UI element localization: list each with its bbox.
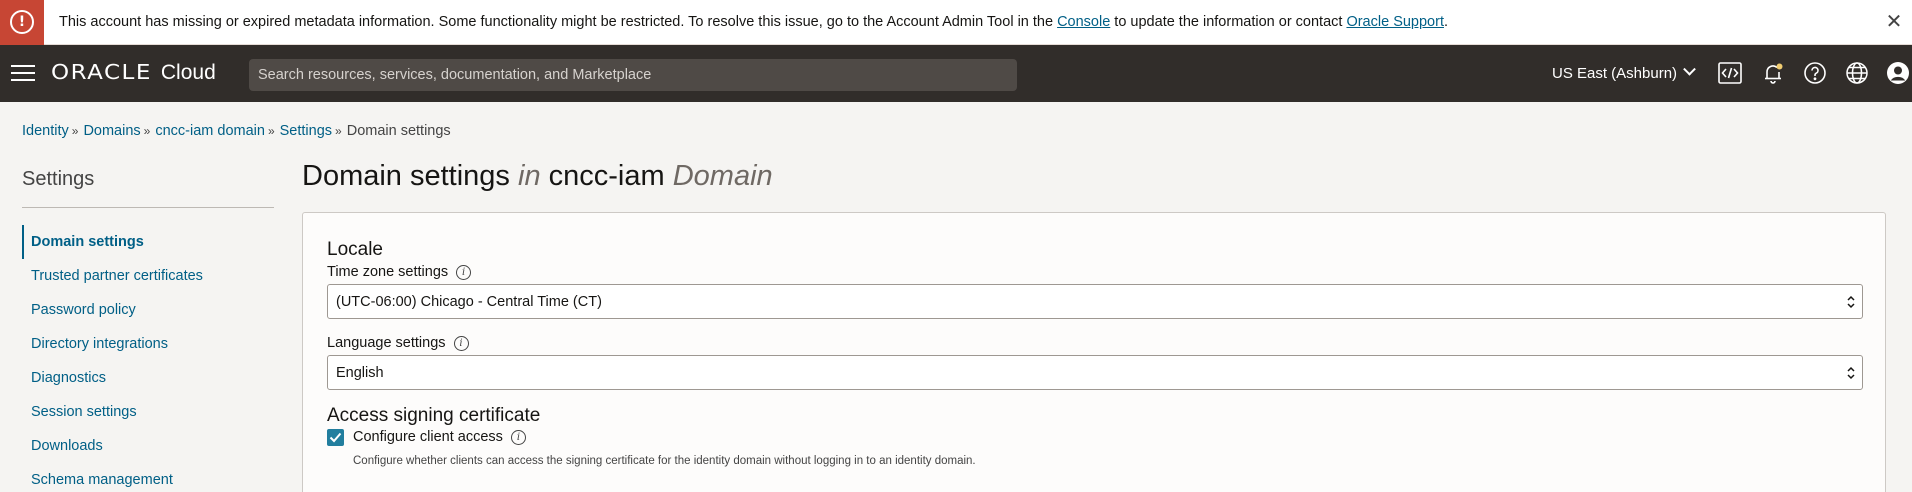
breadcrumb-identity[interactable]: Identity — [22, 123, 69, 139]
access-signing-heading: Access signing certificate — [327, 405, 541, 426]
profile-icon[interactable] — [1886, 61, 1910, 85]
settings-panel: Locale Time zone settings i (UTC-06:00) … — [302, 212, 1886, 492]
breadcrumb-separator: » — [143, 124, 151, 138]
sidebar-item-session-settings[interactable]: Session settings — [22, 395, 274, 429]
locale-heading: Locale — [327, 239, 383, 260]
checkmark-icon — [329, 432, 342, 443]
page-title-main: Domain settings — [302, 160, 510, 192]
select-arrows-icon — [1847, 295, 1855, 309]
select-arrows-icon — [1847, 366, 1855, 380]
info-icon[interactable]: i — [510, 429, 526, 445]
breadcrumb-separator: » — [71, 124, 79, 138]
language-globe-icon[interactable] — [1845, 61, 1869, 85]
sidebar-item-directory-integrations[interactable]: Directory integrations — [22, 327, 274, 361]
configure-client-access-text: Configure client access — [353, 429, 503, 445]
banner-text-before: This account has missing or expired meta… — [59, 14, 1058, 30]
configure-client-access-checkbox[interactable] — [327, 429, 344, 446]
breadcrumb-separator: » — [267, 124, 275, 138]
breadcrumb: Identity» Domains» cncc-iam domain» Setting… — [22, 123, 451, 139]
chevron-down-icon — [1683, 62, 1696, 76]
sidebar-item-downloads[interactable]: Downloads — [22, 429, 274, 463]
banner-message: This account has missing or expired meta… — [59, 14, 1448, 30]
search-input[interactable] — [249, 59, 1017, 91]
hamburger-menu-icon[interactable] — [11, 64, 35, 82]
help-icon[interactable] — [1803, 61, 1827, 85]
language-value: English — [336, 364, 384, 381]
timezone-label: Time zone settings i — [327, 264, 472, 280]
language-label: Language settings i — [327, 335, 469, 351]
breadcrumb-settings[interactable]: Settings — [280, 123, 332, 139]
timezone-value: (UTC-06:00) Chicago - Central Time (CT) — [336, 293, 602, 310]
close-icon[interactable]: ✕ — [1884, 11, 1904, 31]
banner-text-after: . — [1443, 14, 1449, 30]
page-title-domain-word: Domain — [672, 160, 773, 192]
sidebar-nav: Domain settings Trusted partner certific… — [22, 225, 274, 492]
oracle-support-link[interactable]: Oracle Support — [1346, 14, 1444, 30]
sidebar-divider — [22, 207, 274, 208]
sidebar-item-password-policy[interactable]: Password policy — [22, 293, 274, 327]
language-label-text: Language settings — [327, 335, 446, 351]
configure-client-access-helper: Configure whether clients can access the… — [353, 455, 976, 467]
page-title-domain-name: cncc-iam — [548, 160, 665, 192]
region-selector[interactable]: US East (Ashburn) — [1552, 62, 1696, 82]
configure-client-access-label: Configure client access i — [353, 429, 526, 445]
info-icon[interactable]: i — [456, 264, 472, 280]
oracle-cloud-logo[interactable]: ORACLE Cloud — [51, 60, 216, 86]
error-block: ! — [0, 0, 44, 45]
timezone-label-text: Time zone settings — [327, 264, 449, 280]
sidebar-item-trusted-partner-certificates[interactable]: Trusted partner certificates — [22, 259, 274, 293]
sidebar-item-schema-management[interactable]: Schema management — [22, 463, 274, 492]
sidebar-item-domain-settings[interactable]: Domain settings — [22, 225, 274, 259]
page-title: Domain settings in cncc-iam Domain — [302, 160, 773, 193]
error-icon: ! — [10, 10, 34, 34]
timezone-select[interactable]: (UTC-06:00) Chicago - Central Time (CT) — [327, 284, 1863, 319]
sidebar-title: Settings — [22, 168, 95, 190]
banner-text-middle: to update the information or contact — [1110, 14, 1347, 30]
brand-cloud-text: Cloud — [160, 61, 216, 84]
page-title-in: in — [518, 160, 541, 192]
language-select[interactable]: English — [327, 355, 1863, 390]
breadcrumb-current: Domain settings — [346, 123, 451, 139]
console-link[interactable]: Console — [1057, 14, 1110, 30]
alert-banner: ! This account has missing or expired me… — [0, 0, 1912, 45]
region-label: US East (Ashburn) — [1552, 65, 1678, 82]
breadcrumb-separator: » — [335, 124, 342, 138]
sidebar-item-diagnostics[interactable]: Diagnostics — [22, 361, 274, 395]
code-editor-icon[interactable] — [1718, 61, 1742, 85]
breadcrumb-domains[interactable]: Domains — [83, 123, 140, 139]
breadcrumb-domain[interactable]: cncc-iam domain — [155, 123, 265, 139]
info-icon[interactable]: i — [453, 335, 469, 351]
notification-bell-icon[interactable] — [1761, 61, 1785, 85]
brand-oracle-text: ORACLE — [51, 61, 152, 85]
top-navigation-bar: ORACLE Cloud US East (Ashburn) — [0, 45, 1912, 102]
